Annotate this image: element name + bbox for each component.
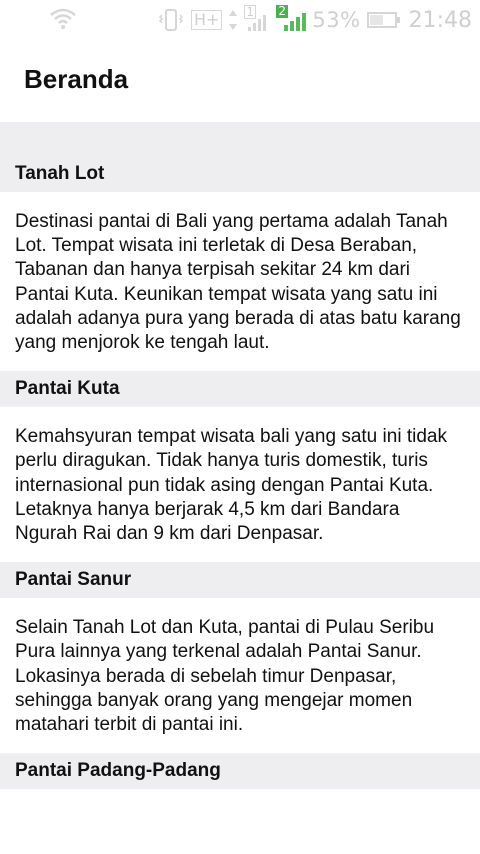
sim2-signal: 2	[276, 5, 307, 33]
wifi-icon	[50, 8, 76, 29]
section-header-pantai-sanur[interactable]: Pantai Sanur	[0, 562, 480, 599]
app-bar: Beranda	[0, 40, 480, 122]
network-type-badge: H+	[190, 10, 223, 30]
list-top-spacer	[0, 122, 480, 156]
section-body-pantai-sanur: Selain Tanah Lot dan Kuta, pantai di Pul…	[0, 598, 480, 754]
section-header-pantai-kuta[interactable]: Pantai Kuta	[0, 371, 480, 408]
sim1-signal: 1	[244, 5, 270, 33]
vibrate-icon	[158, 9, 184, 31]
battery-percent: 53%	[312, 8, 361, 32]
section-body-pantai-padang-padang	[0, 789, 480, 824]
section-body-tanah-lot: Destinasi pantai di Bali yang pertama ad…	[0, 192, 480, 372]
beach-list[interactable]: Tanah Lot Destinasi pantai di Bali yang …	[0, 122, 480, 854]
section-body-pantai-kuta: Kemahsyuran tempat wisata bali yang satu…	[0, 407, 480, 563]
signal-bars-icon	[248, 15, 267, 31]
signal-bars-icon	[284, 13, 307, 31]
clock: 21:48	[408, 7, 472, 33]
section-header-tanah-lot[interactable]: Tanah Lot	[0, 156, 480, 192]
section-header-pantai-padang-padang[interactable]: Pantai Padang-Padang	[0, 753, 480, 790]
status-bar: H+ 1 2 53% 21:48	[0, 0, 480, 40]
battery-icon	[366, 12, 400, 28]
page-title: Beranda	[24, 64, 129, 94]
data-transfer-icon	[229, 10, 238, 30]
